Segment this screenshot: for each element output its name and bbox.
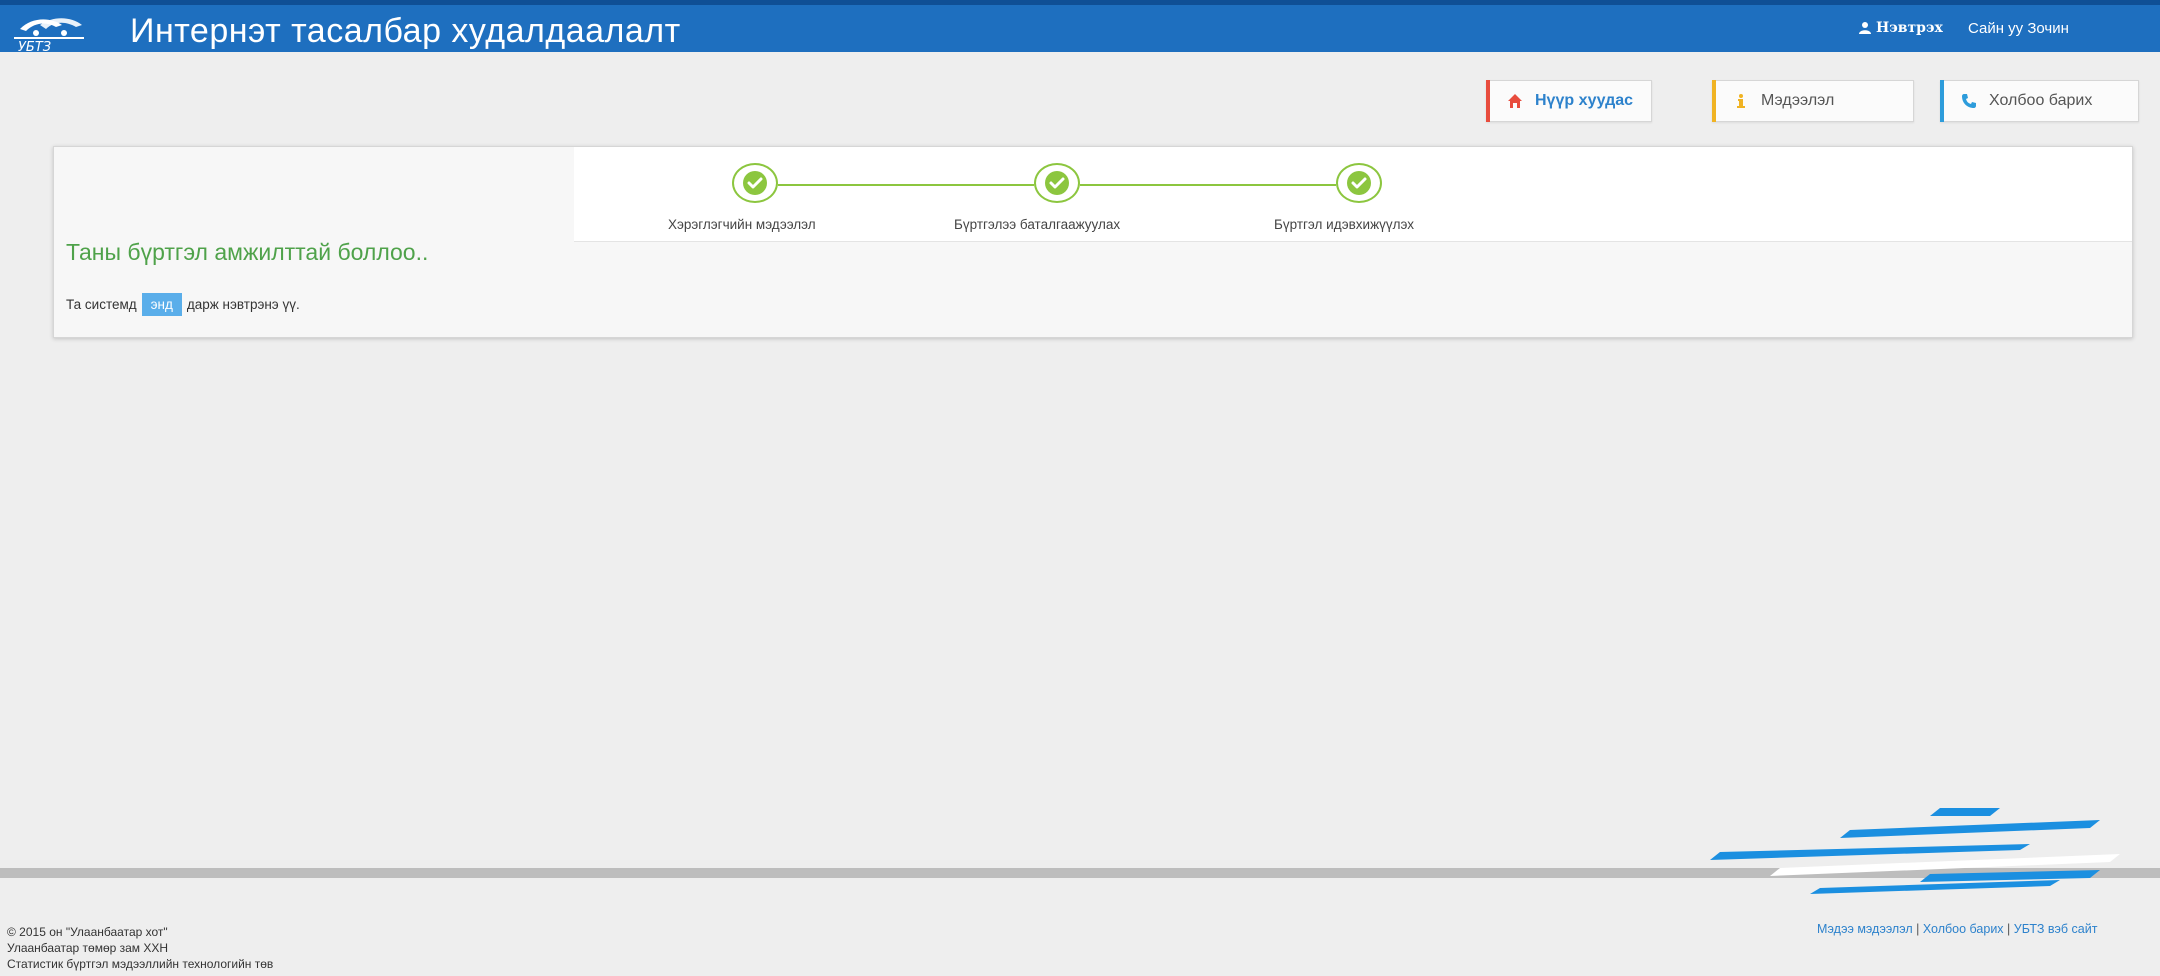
home-accent-bar [1486,80,1490,122]
contact-accent-bar [1940,80,1944,122]
footer-links: Мэдээ мэдээлэл | Холбоо барих | УБТЗ вэб… [1817,922,2097,936]
footer-link-contact[interactable]: Холбоо барих [1923,922,2004,936]
step-connector [1080,184,1336,186]
info-label: Мэдээлэл [1761,92,1835,109]
step-3-label: Бүртгэл идэвхижүүлэх [1274,217,1414,232]
step-connector [778,184,1034,186]
login-label: Нэвтрэх [1876,20,1943,36]
top-navbar: УБТЗ Интернэт тасалбар худалдаалалт Нэвт… [0,0,2160,55]
login-link[interactable]: Нэвтрэх [1858,20,1943,36]
check-icon [1347,171,1371,195]
login-prefix: Та системд [66,297,137,312]
registration-panel: Хэрэглэгчийн мэдээлэл Бүртгэлээ баталгаа… [53,146,2133,338]
home-label: Нүүр хуудас [1535,92,1634,109]
footer-separator: | [1916,922,1920,936]
decorative-stripes [1710,808,2120,894]
footer-link-website[interactable]: УБТЗ вэб сайт [2014,922,2098,936]
home-icon [1508,94,1522,108]
ubtz-logo[interactable]: УБТЗ [10,11,120,55]
step-2-check [1034,163,1080,203]
contact-label: Холбоо барих [1989,92,2093,109]
here-link-button[interactable]: энд [141,293,182,316]
step-3-check [1336,163,1382,203]
footer-department: Статистик бүртгэл мэдээллийн технологийн… [7,957,274,971]
footer-link-news[interactable]: Мэдээ мэдээлэл [1817,922,1913,936]
home-button[interactable]: Нүүр хуудас [1486,80,1652,122]
success-title: Таны бүртгэл амжилттай боллоо.. [66,239,429,265]
check-icon [1045,171,1069,195]
greeting-text: Сайн уу Зочин [1968,20,2069,37]
login-suffix: дарж нэвтрэнэ үү. [186,297,300,312]
footer-info: © 2015 он "Улаанбаатар хот" Улаанбаатар … [7,924,273,972]
info-button[interactable]: Мэдээлэл [1712,80,1914,122]
footer-separator: | [2007,922,2011,936]
step-1-check [732,163,778,203]
logo-text: УБТЗ [18,40,51,53]
info-accent-bar [1712,80,1716,122]
footer-company: Улаанбаатар төмөр зам ХХН [7,941,169,955]
step-1-label: Хэрэглэгчийн мэдээлэл [668,217,816,232]
footer-copyright: © 2015 он "Улаанбаатар хот" [7,925,168,939]
phone-icon [1962,94,1976,108]
app-title: Интернэт тасалбар худалдаалалт [130,12,681,50]
check-icon [743,171,767,195]
contact-button[interactable]: Холбоо барих [1940,80,2139,122]
progress-steps: Хэрэглэгчийн мэдээлэл Бүртгэлээ баталгаа… [574,147,2132,242]
step-2-label: Бүртгэлээ баталгаажуулах [954,217,1121,232]
user-icon [1859,22,1871,34]
info-icon [1737,94,1745,108]
login-instruction: Та системд энд дарж нэвтрэнэ үү. [66,293,300,316]
